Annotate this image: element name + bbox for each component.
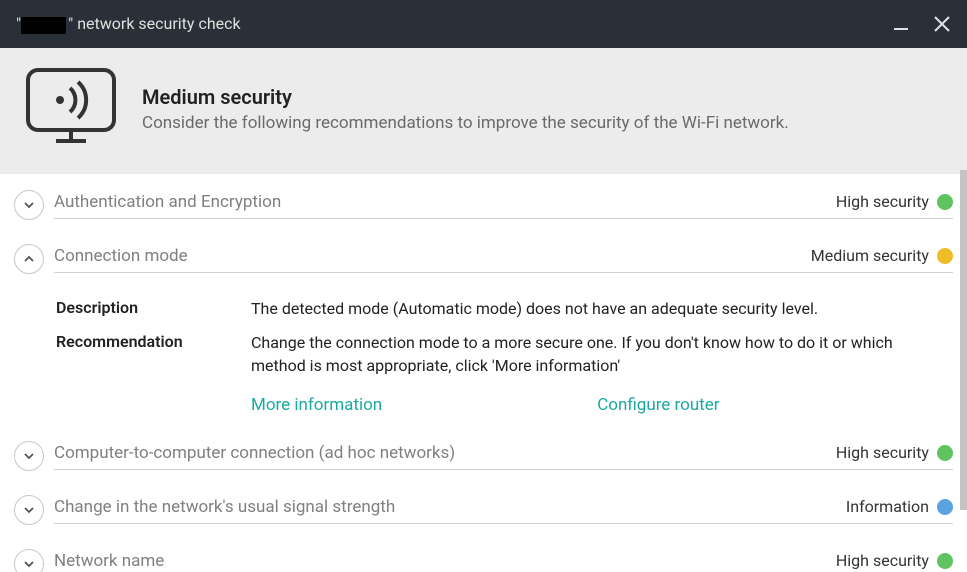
- close-button[interactable]: [933, 15, 951, 33]
- minimize-icon: [893, 16, 909, 32]
- header-subtitle: Consider the following recommendations t…: [142, 113, 789, 133]
- recommendation-label: Recommendation: [56, 332, 251, 377]
- section-title: Network name: [54, 551, 836, 571]
- status-label: Information: [846, 497, 929, 516]
- status-dot-icon: [937, 445, 953, 461]
- description-text: The detected mode (Automatic mode) does …: [251, 298, 848, 320]
- monitor-wifi-icon: [22, 66, 120, 152]
- section-authentication: Authentication and Encryption High secur…: [14, 186, 953, 226]
- section-network-name: Network name High security: [14, 545, 953, 572]
- chevron-down-icon: [23, 558, 35, 570]
- section-title: Connection mode: [54, 246, 811, 266]
- window-title: "" network security check: [16, 14, 893, 33]
- description-row: Description The detected mode (Automatic…: [56, 298, 953, 320]
- recommendation-text: Change the connection mode to a more sec…: [251, 332, 953, 377]
- section-connection-mode: Connection mode Medium security Descript…: [14, 240, 953, 423]
- status-dot-icon: [937, 248, 953, 264]
- status-label: Medium security: [811, 246, 929, 265]
- section-signal-strength: Change in the network's usual signal str…: [14, 491, 953, 531]
- network-name-redacted: [21, 17, 66, 34]
- section-title: Authentication and Encryption: [54, 192, 836, 212]
- expand-button[interactable]: [14, 549, 44, 572]
- expand-button[interactable]: [14, 190, 44, 220]
- header-panel: Medium security Consider the following r…: [0, 48, 967, 174]
- section-header[interactable]: Computer-to-computer connection (ad hoc …: [14, 437, 953, 477]
- scrollbar[interactable]: [959, 170, 967, 560]
- recommendation-row: Recommendation Change the connection mod…: [56, 332, 953, 377]
- status-label: High security: [836, 551, 929, 570]
- expand-button[interactable]: [14, 495, 44, 525]
- expand-button[interactable]: [14, 441, 44, 471]
- status-label: High security: [836, 192, 929, 211]
- content-area: Authentication and Encryption High secur…: [0, 174, 967, 572]
- description-label: Description: [56, 298, 251, 320]
- section-header[interactable]: Network name High security: [14, 545, 953, 572]
- chevron-down-icon: [23, 504, 35, 516]
- section-header[interactable]: Change in the network's usual signal str…: [14, 491, 953, 531]
- section-title: Computer-to-computer connection (ad hoc …: [54, 443, 836, 463]
- titlebar: "" network security check: [0, 0, 967, 48]
- scrollbar-thumb[interactable]: [960, 170, 967, 510]
- configure-router-link[interactable]: Configure router: [597, 395, 719, 415]
- chevron-up-icon: [23, 253, 35, 265]
- section-body: Description The detected mode (Automatic…: [14, 280, 953, 423]
- header-text: Medium security Consider the following r…: [142, 85, 789, 133]
- status-dot-icon: [937, 499, 953, 515]
- action-links: More information Configure router: [56, 395, 953, 415]
- section-title: Change in the network's usual signal str…: [54, 497, 846, 517]
- section-adhoc: Computer-to-computer connection (ad hoc …: [14, 437, 953, 477]
- section-header[interactable]: Authentication and Encryption High secur…: [14, 186, 953, 226]
- status-dot-icon: [937, 194, 953, 210]
- section-header[interactable]: Connection mode Medium security: [14, 240, 953, 280]
- collapse-button[interactable]: [14, 244, 44, 274]
- close-icon: [933, 15, 951, 33]
- status-dot-icon: [937, 553, 953, 569]
- header-title: Medium security: [142, 85, 789, 109]
- more-information-link[interactable]: More information: [251, 395, 382, 415]
- title-text: " network security check: [68, 14, 240, 33]
- status-label: High security: [836, 443, 929, 462]
- window-controls: [893, 15, 951, 33]
- chevron-down-icon: [23, 450, 35, 462]
- minimize-button[interactable]: [893, 16, 909, 32]
- chevron-down-icon: [23, 199, 35, 211]
